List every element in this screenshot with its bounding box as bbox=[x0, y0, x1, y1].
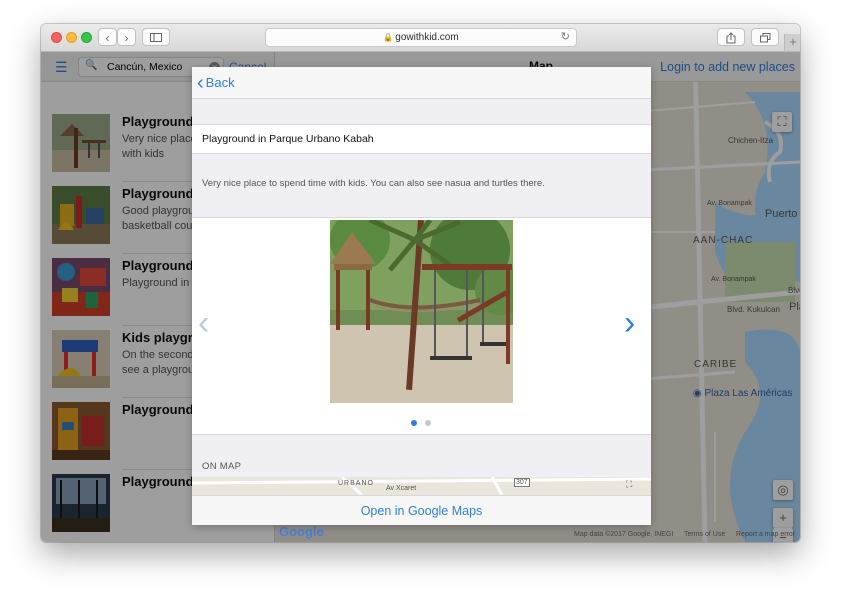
mini-map-label-urbano: URBANO bbox=[338, 480, 374, 487]
playground-photo bbox=[330, 220, 513, 403]
route-shield: 307 bbox=[514, 478, 530, 487]
share-button[interactable] bbox=[717, 28, 745, 46]
google-logo: Google bbox=[279, 524, 324, 539]
tabs-icon bbox=[759, 33, 770, 43]
photo-gallery: ‹ › bbox=[192, 218, 651, 435]
map-data-attribution: Map data ©2017 Google, INEGI bbox=[574, 531, 674, 538]
back-button[interactable]: ‹ Back bbox=[197, 73, 235, 93]
page-dot-active[interactable] bbox=[411, 420, 417, 426]
tabs-overview-button[interactable] bbox=[751, 28, 779, 46]
on-map-header: ON MAP bbox=[192, 435, 651, 477]
prev-photo-icon[interactable]: ‹ bbox=[198, 306, 209, 340]
place-description-area: Very nice place to spend time with kids.… bbox=[192, 154, 651, 218]
place-name: Playground in Parque Urbano Kabah bbox=[202, 133, 374, 145]
back-chevron-icon: ‹ bbox=[197, 72, 204, 94]
back-nav-button[interactable]: ‹ bbox=[98, 28, 117, 46]
open-in-google-maps-button[interactable]: Open in Google Maps bbox=[192, 495, 651, 525]
next-photo-icon[interactable]: › bbox=[624, 306, 635, 340]
minimize-window-button[interactable] bbox=[66, 32, 77, 43]
place-name-row: Playground in Parque Urbano Kabah bbox=[192, 125, 651, 154]
forward-chevron-icon: › bbox=[124, 31, 129, 45]
mini-map-fullscreen-icon[interactable]: ⛶ bbox=[626, 479, 632, 490]
back-chevron-icon: ‹ bbox=[105, 31, 110, 45]
back-label: Back bbox=[205, 75, 235, 90]
url-text: gowithkid.com bbox=[395, 32, 459, 43]
reload-icon[interactable]: ↻ bbox=[561, 29, 570, 46]
new-tab-icon[interactable]: + bbox=[784, 34, 800, 51]
share-icon bbox=[726, 32, 736, 44]
report-error-link[interactable]: Report a map error bbox=[736, 531, 795, 538]
browser-toolbar: ‹ › 🔒 gowithkid.com ↻ + bbox=[41, 24, 800, 52]
zoom-window-button[interactable] bbox=[81, 32, 92, 43]
on-map-label: ON MAP bbox=[202, 461, 242, 472]
page-dot[interactable] bbox=[425, 420, 431, 426]
lock-icon: 🔒 bbox=[383, 33, 394, 42]
section-spacer bbox=[192, 99, 651, 125]
place-description: Very nice place to spend time with kids.… bbox=[202, 178, 545, 189]
place-detail-modal: ‹ Back Playground in Parque Urbano Kabah … bbox=[192, 67, 651, 525]
mini-map-label-xcaret: Av Xcaret bbox=[386, 485, 417, 492]
sidebar-toggle-button[interactable] bbox=[142, 28, 170, 46]
terms-link[interactable]: Terms of Use bbox=[684, 531, 725, 538]
sidebar-icon bbox=[150, 33, 162, 42]
address-bar[interactable]: 🔒 gowithkid.com ↻ bbox=[265, 28, 577, 47]
modal-nav-bar: ‹ Back bbox=[192, 67, 651, 99]
close-window-button[interactable] bbox=[51, 32, 62, 43]
mini-map[interactable]: URBANO Av Xcaret 307 ⛶ bbox=[192, 477, 651, 495]
forward-nav-button[interactable]: › bbox=[117, 28, 136, 46]
